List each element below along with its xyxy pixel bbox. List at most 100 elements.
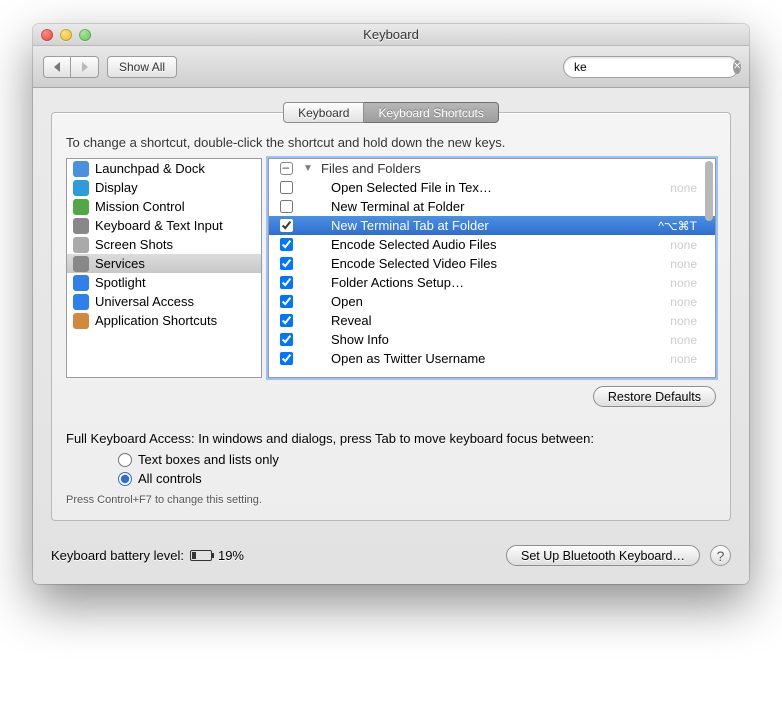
window-title: Keyboard bbox=[33, 27, 749, 42]
forward-button[interactable] bbox=[71, 56, 99, 78]
traffic-lights bbox=[33, 29, 91, 41]
help-button[interactable]: ? bbox=[710, 545, 731, 566]
search-input[interactable] bbox=[574, 60, 729, 74]
access-icon bbox=[73, 294, 89, 310]
shortcut-label: Open Selected File in Tex… bbox=[331, 180, 670, 195]
search-field[interactable]: ✕ bbox=[563, 56, 739, 78]
launchpad-icon bbox=[73, 161, 89, 177]
battery-icon bbox=[190, 550, 212, 561]
show-all-button[interactable]: Show All bbox=[107, 56, 177, 78]
shortcut-row[interactable]: Encode Selected Audio Filesnone bbox=[269, 235, 715, 254]
sidebar-item-keyboard[interactable]: Keyboard & Text Input bbox=[67, 216, 261, 235]
shortcut-list[interactable]: ▼Files and FoldersOpen Selected File in … bbox=[268, 158, 716, 378]
scrollbar-thumb[interactable] bbox=[705, 161, 713, 221]
sidebar-item-label: Mission Control bbox=[95, 199, 185, 214]
shortcut-label: Reveal bbox=[331, 313, 670, 328]
shortcut-checkbox[interactable] bbox=[280, 200, 293, 213]
sidebar-item-services[interactable]: Services bbox=[67, 254, 261, 273]
shortcut-checkbox[interactable] bbox=[280, 257, 293, 270]
tab-bar: Keyboard Keyboard Shortcuts bbox=[51, 102, 731, 123]
group-checkbox[interactable] bbox=[280, 162, 293, 175]
panel-hint: To change a shortcut, double-click the s… bbox=[66, 135, 716, 150]
shortcut-key: none bbox=[670, 314, 701, 328]
shortcut-key: ^⌥⌘T bbox=[658, 219, 701, 233]
shortcut-group-header[interactable]: ▼Files and Folders bbox=[269, 159, 715, 178]
shortcut-checkbox[interactable] bbox=[280, 181, 293, 194]
shortcut-checkbox[interactable] bbox=[280, 238, 293, 251]
shortcut-label: Open as Twitter Username bbox=[331, 351, 670, 366]
battery-label: Keyboard battery level: bbox=[51, 548, 184, 563]
scrollbar[interactable] bbox=[703, 161, 713, 375]
footer: Keyboard battery level: 19% Set Up Bluet… bbox=[51, 545, 731, 566]
shortcut-key: none bbox=[670, 352, 701, 366]
shortcut-key: none bbox=[670, 257, 701, 271]
spotlight-icon bbox=[73, 275, 89, 291]
sidebar-item-label: Application Shortcuts bbox=[95, 313, 217, 328]
shortcut-key: none bbox=[670, 238, 701, 252]
shortcut-row[interactable]: Show Infonone bbox=[269, 330, 715, 349]
sidebar-item-launchpad[interactable]: Launchpad & Dock bbox=[67, 159, 261, 178]
shortcut-key: none bbox=[670, 181, 701, 195]
shortcut-row[interactable]: Encode Selected Video Filesnone bbox=[269, 254, 715, 273]
tab-shortcuts[interactable]: Keyboard Shortcuts bbox=[364, 102, 498, 123]
shortcut-checkbox[interactable] bbox=[280, 352, 293, 365]
shortcut-row[interactable]: Open as Twitter Usernamenone bbox=[269, 349, 715, 368]
preferences-window: Keyboard Show All ✕ Keyboard Keyboard Sh… bbox=[33, 24, 749, 584]
shortcut-row[interactable]: New Terminal Tab at Folder^⌥⌘T bbox=[269, 216, 715, 235]
sidebar-item-mission[interactable]: Mission Control bbox=[67, 197, 261, 216]
shortcut-row[interactable]: Open Selected File in Tex…none bbox=[269, 178, 715, 197]
nav-segmented bbox=[43, 56, 99, 78]
battery-percent: 19% bbox=[218, 548, 244, 563]
keyboard-icon bbox=[73, 218, 89, 234]
shortcut-label: Show Info bbox=[331, 332, 670, 347]
category-list[interactable]: Launchpad & Dock Display Mission Control Ke… bbox=[66, 158, 262, 378]
shortcut-checkbox[interactable] bbox=[280, 219, 293, 232]
toolbar: Show All ✕ bbox=[33, 46, 749, 88]
shortcut-checkbox[interactable] bbox=[280, 276, 293, 289]
mission-icon bbox=[73, 199, 89, 215]
display-icon bbox=[73, 180, 89, 196]
sidebar-item-label: Spotlight bbox=[95, 275, 146, 290]
disclosure-triangle-icon[interactable]: ▼ bbox=[303, 163, 321, 174]
content: Keyboard Keyboard Shortcuts To change a … bbox=[33, 88, 749, 584]
sidebar-item-label: Services bbox=[95, 256, 145, 271]
clear-search-icon[interactable]: ✕ bbox=[733, 60, 741, 74]
sidebar-item-display[interactable]: Display bbox=[67, 178, 261, 197]
zoom-button[interactable] bbox=[79, 29, 91, 41]
shortcut-row[interactable]: New Terminal at Folder bbox=[269, 197, 715, 216]
shortcut-label: New Terminal at Folder bbox=[331, 199, 697, 214]
sidebar-item-spotlight[interactable]: Spotlight bbox=[67, 273, 261, 292]
tab-keyboard[interactable]: Keyboard bbox=[283, 102, 364, 123]
setup-bluetooth-button[interactable]: Set Up Bluetooth Keyboard… bbox=[506, 545, 700, 566]
back-button[interactable] bbox=[43, 56, 71, 78]
shortcut-checkbox[interactable] bbox=[280, 314, 293, 327]
shortcut-checkbox[interactable] bbox=[280, 333, 293, 346]
shortcut-row[interactable]: Revealnone bbox=[269, 311, 715, 330]
shortcut-label: Folder Actions Setup… bbox=[331, 275, 670, 290]
sidebar-item-apps[interactable]: Application Shortcuts bbox=[67, 311, 261, 330]
screen-icon bbox=[73, 237, 89, 253]
shortcut-row[interactable]: Opennone bbox=[269, 292, 715, 311]
close-button[interactable] bbox=[41, 29, 53, 41]
apps-icon bbox=[73, 313, 89, 329]
shortcut-label: Open bbox=[331, 294, 670, 309]
shortcut-label: New Terminal Tab at Folder bbox=[331, 218, 658, 233]
sidebar-item-screen[interactable]: Screen Shots bbox=[67, 235, 261, 254]
battery-status: Keyboard battery level: 19% bbox=[51, 548, 244, 563]
fka-note: Press Control+F7 to change this setting. bbox=[66, 494, 716, 506]
shortcut-label: Encode Selected Audio Files bbox=[331, 237, 670, 252]
group-label: Files and Folders bbox=[321, 161, 701, 176]
radio-all-controls[interactable]: All controls bbox=[118, 469, 716, 488]
shortcut-checkbox[interactable] bbox=[280, 295, 293, 308]
fka-radios: Text boxes and lists only All controls bbox=[66, 446, 716, 488]
restore-defaults-button[interactable]: Restore Defaults bbox=[593, 386, 716, 407]
sidebar-item-access[interactable]: Universal Access bbox=[67, 292, 261, 311]
radio-text-boxes[interactable]: Text boxes and lists only bbox=[118, 450, 716, 469]
sidebar-item-label: Display bbox=[95, 180, 138, 195]
minimize-button[interactable] bbox=[60, 29, 72, 41]
sidebar-item-label: Universal Access bbox=[95, 294, 194, 309]
shortcut-row[interactable]: Folder Actions Setup…none bbox=[269, 273, 715, 292]
full-keyboard-access-label: Full Keyboard Access: In windows and dia… bbox=[66, 431, 716, 446]
shortcut-key: none bbox=[670, 333, 701, 347]
shortcut-label: Encode Selected Video Files bbox=[331, 256, 670, 271]
